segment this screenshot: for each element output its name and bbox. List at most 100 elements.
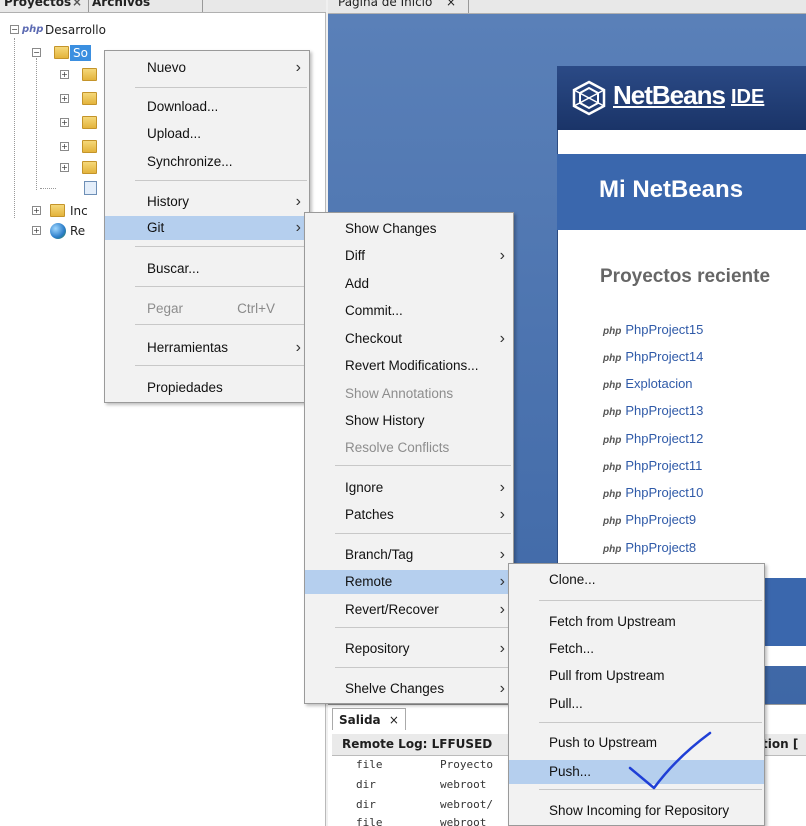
context-menu-item-label: Buscar... <box>147 261 200 276</box>
collapse-icon[interactable]: − <box>32 48 41 57</box>
remote-menu-item[interactable]: Show Incoming for Repository <box>509 799 764 823</box>
output-tab-label: Salida <box>339 713 381 727</box>
recent-project-label: PhpProject15 <box>625 322 704 337</box>
context-menu-item-label: Nuevo <box>147 60 187 75</box>
remote-menu-item[interactable]: Push to Upstream <box>509 731 764 755</box>
tree-guide-line <box>36 58 37 190</box>
recent-project-link[interactable]: php PhpProject12 <box>603 431 703 446</box>
remote-menu-item[interactable]: Push... <box>509 760 764 784</box>
tab-proyectos[interactable]: Proyectos <box>4 0 71 9</box>
git-menu-item[interactable]: Show Annotations <box>305 382 513 406</box>
context-menu-item-label: Propiedades <box>147 380 223 395</box>
git-menu-item[interactable]: Show Changes <box>305 217 513 241</box>
git-menu-item[interactable]: Add <box>305 272 513 296</box>
context-menu-item[interactable]: History › <box>105 190 309 214</box>
git-menu-item[interactable]: Show History <box>305 409 513 433</box>
context-menu-item[interactable]: Nuevo › <box>105 56 309 80</box>
context-menu-item[interactable]: Upload... <box>105 122 309 146</box>
git-menu-item[interactable]: Shelve Changes › <box>305 677 513 701</box>
recent-project-link[interactable]: php PhpProject14 <box>603 349 703 364</box>
context-menu-item[interactable]: Buscar... <box>105 257 309 281</box>
recent-project-label: PhpProject12 <box>625 431 704 446</box>
menu-separator <box>135 286 307 287</box>
git-menu-item[interactable]: Resolve Conflicts <box>305 436 513 460</box>
chevron-right-icon: › <box>499 247 505 264</box>
recent-project-link[interactable]: php PhpProject10 <box>603 485 703 500</box>
tree-label-sources: So <box>70 45 91 61</box>
collapse-icon[interactable]: − <box>10 25 19 34</box>
git-menu-item-label: Resolve Conflicts <box>345 440 450 455</box>
remote-menu-item-label: Push... <box>549 764 592 779</box>
git-menu-item[interactable]: Revert Modifications... <box>305 354 513 378</box>
remote-menu-item[interactable]: Fetch from Upstream <box>509 610 764 634</box>
file-icon <box>84 181 97 195</box>
tree-guide-line <box>14 38 15 218</box>
tree-label-include: Inc <box>70 204 88 218</box>
expand-icon[interactable]: + <box>60 142 69 151</box>
remote-menu-item[interactable]: Clone... <box>509 568 764 592</box>
expand-icon[interactable]: + <box>60 118 69 127</box>
git-menu-item[interactable]: Revert/Recover › <box>305 598 513 622</box>
chevron-right-icon: › <box>499 479 505 496</box>
git-submenu: Show Changes Diff › Add Commit... Checkout › Re… <box>304 212 514 704</box>
git-menu-item-label: Revert Modifications... <box>345 358 479 373</box>
tab-other-log[interactable]: tion [ <box>762 737 798 751</box>
recent-project-link[interactable]: php PhpProject11 <box>603 458 702 473</box>
expand-icon[interactable]: + <box>32 226 41 235</box>
expand-icon[interactable]: + <box>32 206 41 215</box>
remote-menu-item[interactable]: Pull... <box>509 692 764 716</box>
git-menu-item[interactable]: Patches › <box>305 503 513 527</box>
php-project-icon: php <box>603 489 622 500</box>
git-menu-item[interactable]: Commit... <box>305 299 513 323</box>
recent-project-link[interactable]: php PhpProject9 <box>603 512 696 527</box>
log-entry-path: webroot <box>440 778 487 791</box>
git-menu-item-label: Repository <box>345 641 410 656</box>
expand-icon[interactable]: + <box>60 70 69 79</box>
git-menu-item-label: Commit... <box>345 303 403 318</box>
netbeans-logo-icon <box>572 80 606 116</box>
git-menu-item[interactable]: Repository › <box>305 637 513 661</box>
folder-icon <box>54 46 69 59</box>
context-menu-item[interactable]: Propiedades <box>105 376 309 400</box>
tab-close-icon[interactable]: × <box>446 0 456 9</box>
git-menu-item-label: Shelve Changes <box>345 681 445 696</box>
git-menu-item[interactable]: Checkout › <box>305 327 513 351</box>
tab-close-icon[interactable]: × <box>389 713 399 727</box>
tab-remote-log[interactable]: Remote Log: LFFUSED <box>342 737 492 751</box>
context-menu-item-label: Herramientas <box>147 340 229 355</box>
recent-project-link[interactable]: php PhpProject13 <box>603 403 703 418</box>
menu-separator <box>135 180 307 181</box>
recent-project-label: PhpProject10 <box>625 485 704 500</box>
context-menu-item[interactable]: Download... <box>105 95 309 119</box>
netbeans-header: NetBeans IDE <box>557 66 806 130</box>
tab-output[interactable]: Salida × <box>332 708 406 730</box>
remote-menu-item[interactable]: Pull from Upstream <box>509 664 764 688</box>
tab-archivos[interactable]: Archivos <box>92 0 150 9</box>
php-project-icon: php <box>603 516 622 527</box>
recent-project-link[interactable]: php PhpProject15 <box>603 322 703 337</box>
recent-project-label: PhpProject14 <box>625 349 704 364</box>
recent-project-link[interactable]: php Explotacion <box>603 376 693 391</box>
mi-netbeans-band: Mi NetBeans <box>557 154 806 230</box>
git-menu-item[interactable]: Ignore › <box>305 476 513 500</box>
recent-project-link[interactable]: php PhpProject8 <box>603 540 696 555</box>
remote-menu-item-label: Clone... <box>549 572 596 587</box>
context-menu-item-label: Pegar <box>147 301 184 316</box>
context-menu-item[interactable]: Git › <box>105 216 309 240</box>
git-menu-item[interactable]: Diff › <box>305 244 513 268</box>
tab-divider <box>202 0 203 12</box>
git-menu-item[interactable]: Remote › <box>305 570 513 594</box>
tab-close-icon[interactable]: × <box>72 0 82 9</box>
log-entry-path: Proyecto <box>440 758 493 771</box>
tab-start-page[interactable]: Página de Inicio <box>338 0 432 9</box>
context-menu-item[interactable]: Pegar Ctrl+V <box>105 297 309 321</box>
menu-separator <box>135 365 307 366</box>
git-menu-item-label: Branch/Tag <box>345 547 414 562</box>
context-menu-item[interactable]: Synchronize... <box>105 150 309 174</box>
remote-menu-item[interactable]: Fetch... <box>509 637 764 661</box>
tree-label-remote: Re <box>70 224 86 238</box>
git-menu-item[interactable]: Branch/Tag › <box>305 543 513 567</box>
expand-icon[interactable]: + <box>60 163 69 172</box>
context-menu-item[interactable]: Herramientas › <box>105 336 309 360</box>
expand-icon[interactable]: + <box>60 94 69 103</box>
